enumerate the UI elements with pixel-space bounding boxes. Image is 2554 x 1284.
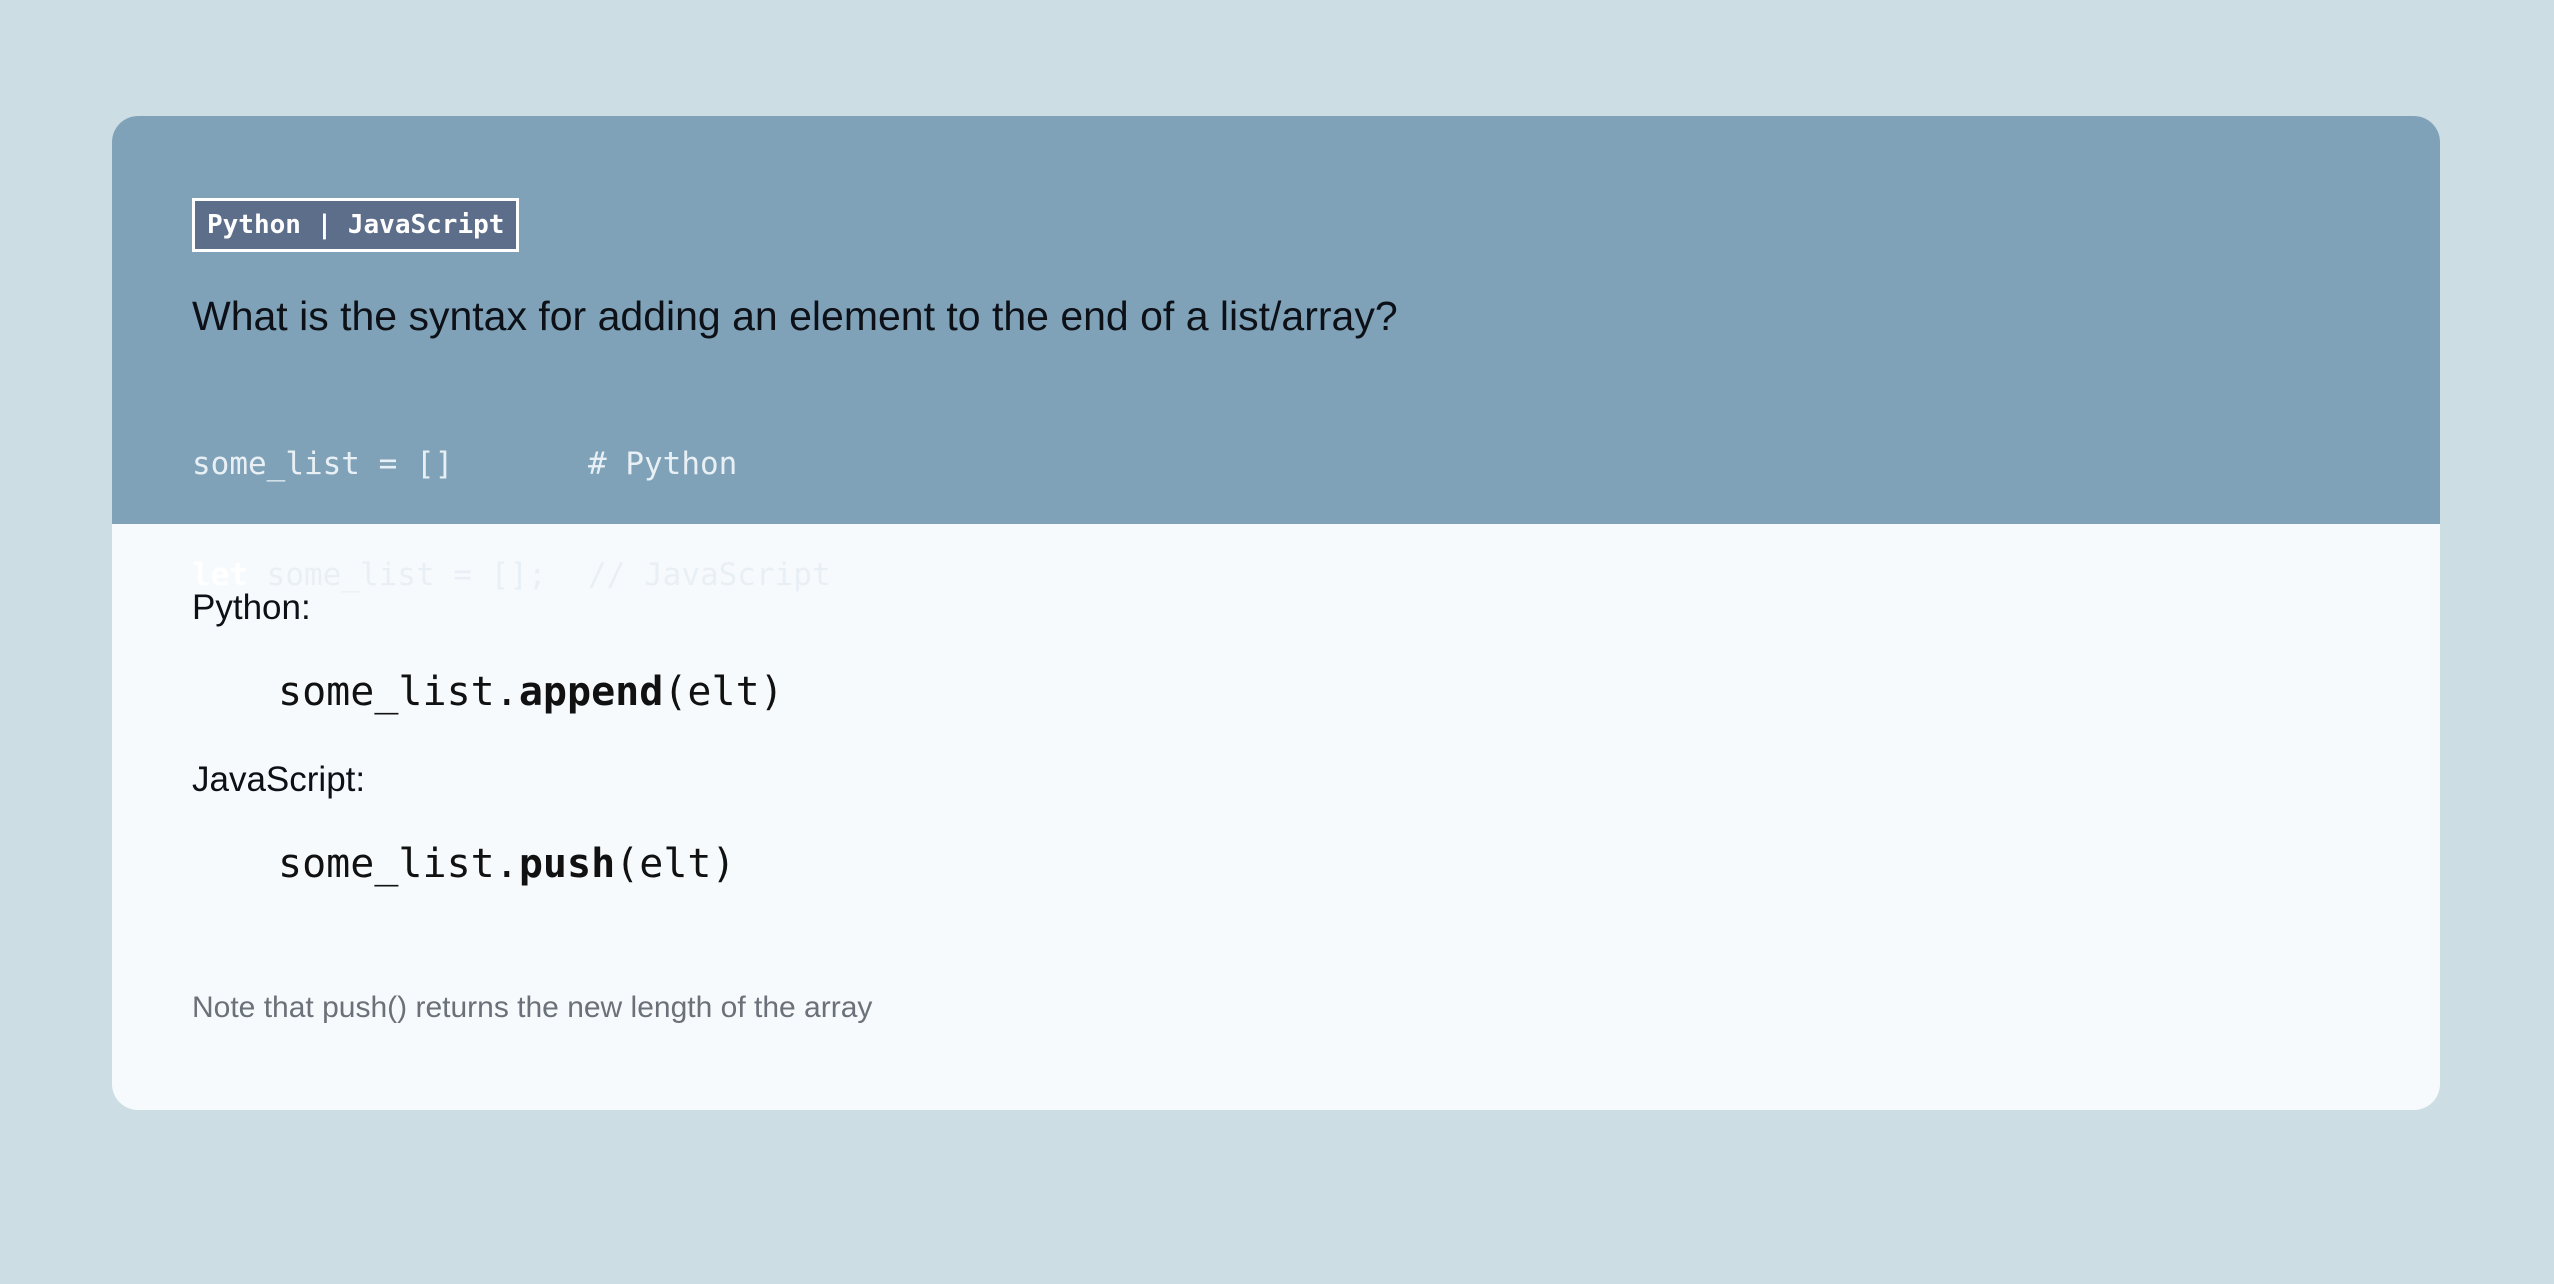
code-text: some_list = []	[192, 446, 454, 482]
code-comment: # Python	[588, 446, 738, 482]
flashcard: Python | JavaScript What is the syntax f…	[112, 116, 2440, 1110]
card-question-panel: Python | JavaScript What is the syntax f…	[112, 116, 2440, 593]
question-text: What is the syntax for adding an element…	[192, 293, 1398, 339]
code-python-statement: some_list = []	[192, 446, 588, 483]
python-answer-label: Python:	[192, 588, 311, 627]
code-suffix: (elt)	[663, 669, 784, 715]
python-answer-code: some_list.append(elt)	[278, 666, 784, 718]
code-suffix: (elt)	[615, 841, 736, 887]
code-prefix: some_list.	[278, 669, 519, 715]
code-prefix: some_list.	[278, 841, 519, 887]
answer-note: Note that push() returns the new length …	[192, 991, 873, 1024]
code-comment: // JavaScript	[588, 557, 831, 593]
code-method: push	[518, 841, 616, 887]
code-method: append	[518, 669, 664, 715]
javascript-answer-code: some_list.push(elt)	[278, 838, 736, 890]
javascript-answer-label: JavaScript:	[192, 760, 366, 799]
language-tag: Python | JavaScript	[192, 198, 520, 252]
code-line-python: some_list = [] # Python	[192, 446, 831, 483]
